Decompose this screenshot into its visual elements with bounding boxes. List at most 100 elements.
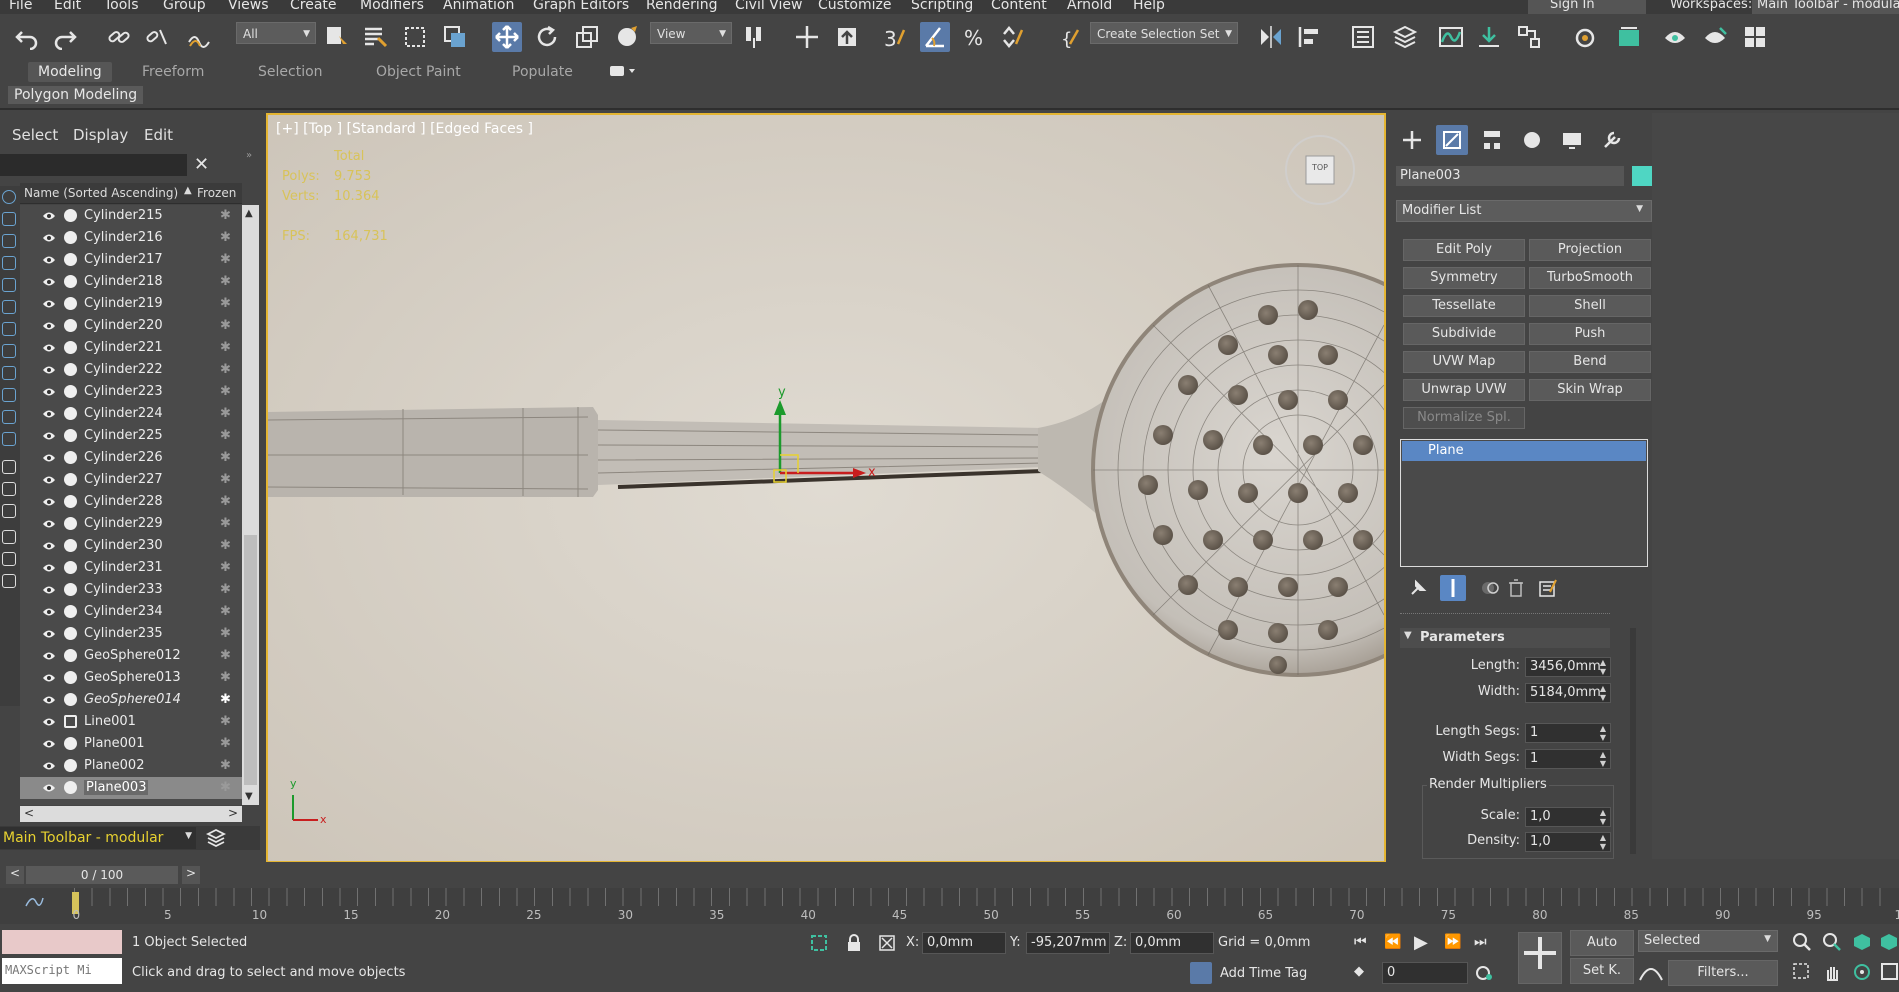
list-item[interactable]: Plane001 ✱ [20,733,242,755]
ribbon-options-icon[interactable] [608,64,638,78]
list-item[interactable]: Cylinder233 ✱ [20,579,242,601]
orbit-icon[interactable] [1852,962,1872,982]
tessellate-button[interactable]: Tessellate [1403,295,1525,317]
list-item[interactable]: Cylinder226 ✱ [20,447,242,469]
visibility-eye-icon[interactable] [42,606,56,616]
projection-button[interactable]: Projection [1529,239,1651,261]
freeze-toggle-icon[interactable]: ✱ [220,714,231,729]
freeze-toggle-icon[interactable]: ✱ [220,230,231,245]
display-shapes-icon[interactable] [2,212,16,226]
freeze-toggle-icon[interactable]: ✱ [220,538,231,553]
menu-graph-editors[interactable]: Graph Editors [533,0,629,13]
visibility-eye-icon[interactable] [42,716,56,726]
freeze-toggle-icon[interactable]: ✱ [220,362,231,377]
visibility-eye-icon[interactable] [42,540,56,550]
collapse-panel-icon[interactable]: » [246,150,252,161]
tab-populate[interactable]: Populate [512,62,573,82]
reference-coord-dropdown[interactable]: View ▼ [650,22,732,44]
menu-group[interactable]: Group [163,0,206,13]
freeze-toggle-icon[interactable]: ✱ [220,780,231,795]
select-and-move-icon[interactable] [492,22,522,52]
freeze-toggle-icon[interactable]: ✱ [220,428,231,443]
play-icon[interactable]: ▶ [1414,932,1436,954]
freeze-toggle-icon[interactable]: ✱ [220,296,231,311]
x-coordinate-field[interactable]: 0,0mm [922,932,1006,954]
key-filters-button[interactable]: Filters... [1668,960,1778,986]
zoom-icon[interactable] [1792,932,1812,952]
list-item[interactable]: Cylinder223 ✱ [20,381,242,403]
menu-modifiers[interactable]: Modifiers [360,0,424,13]
object-color-swatch[interactable] [1632,166,1652,186]
visibility-eye-icon[interactable] [42,562,56,572]
visibility-eye-icon[interactable] [42,276,56,286]
list-item[interactable]: Cylinder218 ✱ [20,271,242,293]
visibility-eye-icon[interactable] [42,254,56,264]
tab-polygon-modeling[interactable]: Polygon Modeling [8,86,144,104]
pan-view-icon[interactable] [1822,962,1842,982]
list-item[interactable]: Cylinder219 ✱ [20,293,242,315]
filter-funnel-icon[interactable] [2,552,16,566]
freeze-toggle-icon[interactable]: ✱ [220,406,231,421]
explorer-menu-display[interactable]: Display [73,126,128,144]
visibility-eye-icon[interactable] [42,496,56,506]
named-selection-dropdown[interactable]: Create Selection Set ▼ [1090,22,1238,44]
visibility-eye-icon[interactable] [42,672,56,682]
make-unique-icon[interactable] [1480,578,1500,598]
explorer-selector-dropdown[interactable]: Main Toolbar - modular ▼ [0,827,196,849]
shell-button[interactable]: Shell [1529,295,1651,317]
list-item[interactable]: Cylinder221 ✱ [20,337,242,359]
menu-civil-view[interactable]: Civil View [735,0,802,13]
selection-lock-icon[interactable] [846,934,862,952]
list-item[interactable]: Cylinder235 ✱ [20,623,242,645]
freeze-toggle-icon[interactable]: ✱ [220,516,231,531]
visibility-eye-icon[interactable] [42,782,56,792]
visibility-eye-icon[interactable] [42,364,56,374]
utilities-tab-icon[interactable] [1596,125,1628,155]
go-to-end-icon[interactable]: ⏭ [1474,934,1494,952]
explorer-search-input[interactable] [0,154,187,176]
menu-create[interactable]: Create [290,0,337,13]
visibility-eye-icon[interactable] [42,430,56,440]
list-item[interactable]: Cylinder229 ✱ [20,513,242,535]
visibility-eye-icon[interactable] [42,232,56,242]
zoom-all-icon[interactable] [1822,932,1842,952]
turbosmooth-button[interactable]: TurboSmooth [1529,267,1651,289]
display-xrefs-icon[interactable] [2,344,16,358]
width-spinner[interactable]: 5184,0mm ▲ ▼ [1525,683,1611,703]
go-to-start-icon[interactable]: ⏮ [1354,934,1374,952]
visibility-eye-icon[interactable] [42,628,56,638]
render-setup-icon[interactable] [1570,22,1600,52]
time-slider[interactable]: 0 / 100 [26,866,178,884]
scene-explorer-toggle-icon[interactable] [1348,22,1378,52]
motion-tab-icon[interactable] [1516,125,1548,155]
visibility-eye-icon[interactable] [42,342,56,352]
display-frozen-icon[interactable] [2,410,16,424]
sign-in-button[interactable]: Sign In [1528,0,1646,14]
explorer-horizontal-scrollbar[interactable]: < > [20,806,242,822]
render-production-icon[interactable] [1660,22,1690,52]
tab-selection[interactable]: Selection [258,62,323,82]
display-cameras-icon[interactable] [2,256,16,270]
freeze-toggle-icon[interactable]: ✱ [220,560,231,575]
visibility-eye-icon[interactable] [42,584,56,594]
visibility-eye-icon[interactable] [42,760,56,770]
pivot-center-icon[interactable] [740,22,770,52]
redo-icon[interactable] [50,22,80,52]
visibility-eye-icon[interactable] [42,386,56,396]
render-activeshade-icon[interactable] [1700,22,1730,52]
density-spinner[interactable]: 1,0 ▲ ▼ [1525,832,1611,852]
edit-named-selection-icon[interactable]: { [1056,22,1086,52]
push-button[interactable]: Push [1529,323,1651,345]
y-coordinate-field[interactable]: -95,207mm [1026,932,1110,954]
modifier-list-dropdown[interactable]: Modifier List ▼ [1396,200,1652,222]
freeze-toggle-icon[interactable]: ✱ [220,648,231,663]
freeze-toggle-icon[interactable]: ✱ [220,494,231,509]
previous-frame-icon[interactable]: ⏪ [1384,934,1404,952]
display-all-icon[interactable] [2,460,16,474]
display-geometry-icon[interactable] [2,190,16,204]
freeze-toggle-icon[interactable]: ✱ [220,252,231,267]
list-item[interactable]: Line001 ✱ [20,711,242,733]
show-end-result-icon[interactable] [1440,575,1466,601]
zoom-extents-all-icon[interactable] [1880,932,1899,952]
hierarchy-tab-icon[interactable] [1476,125,1508,155]
